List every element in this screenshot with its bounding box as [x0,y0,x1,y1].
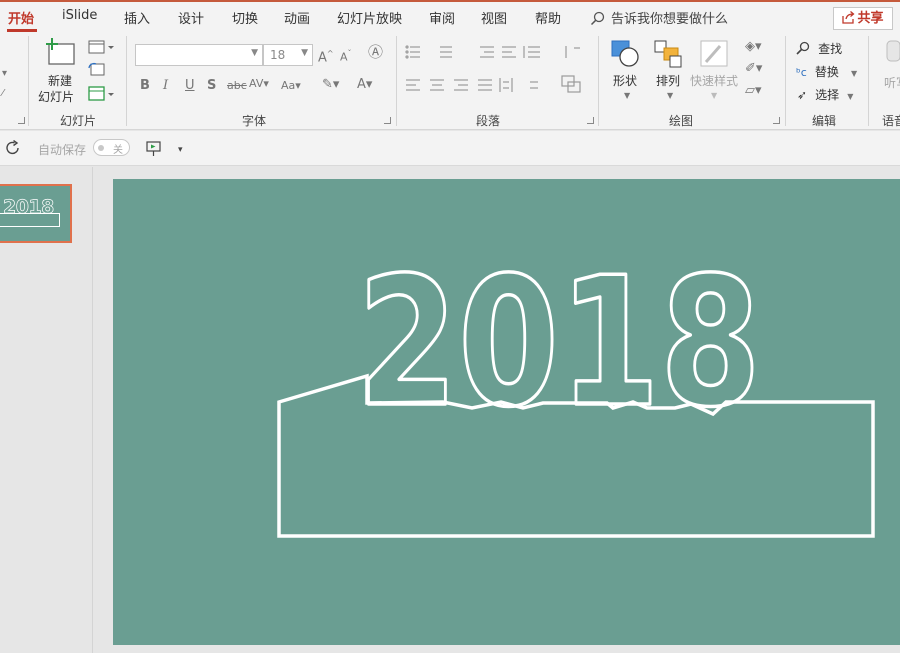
replace-button[interactable]: ᵇc 替换 ▼ [796,61,857,82]
reset-icon[interactable] [88,62,106,76]
ribbon-tabs: 开始 iSlide 插入 设计 切换 动画 幻灯片放映 审阅 视图 帮助 告诉我… [0,2,900,32]
find-button[interactable]: 查找 [796,38,843,57]
tab-home[interactable]: 开始 [8,8,34,27]
clear-format-icon[interactable]: Ⓐ [368,44,383,60]
paragraph-launcher-icon[interactable] [587,117,594,124]
shapes-label: 形状 [613,74,638,88]
increase-font-icon[interactable]: A^ [318,46,334,66]
layout-icon[interactable] [88,40,116,54]
group-divider [868,36,869,126]
select-button[interactable]: ➶ 选择 ▼ [797,84,853,105]
new-slide-label-line2: 幻灯片 [38,90,75,104]
font-color-icon[interactable]: A▾ [357,77,372,93]
presentation-icon[interactable] [145,140,163,158]
arrange-label: 排列 [656,74,681,88]
tab-animations[interactable]: 动画 [284,8,310,27]
decrease-font-icon[interactable]: Aˇ [340,46,352,66]
chevron-down-icon: ▼ [847,92,854,101]
slides-group-label: 幻灯片 [60,114,97,128]
drawing-group-label: 绘图 [669,114,694,128]
section-icon[interactable] [88,86,116,102]
new-slide-icon [46,38,75,65]
autosave-label: 自动保存 [38,143,87,157]
select-label: 选择 [815,88,840,102]
paragraph-tools-icon[interactable] [404,44,592,96]
shapes-icon [611,40,639,67]
change-case-icon[interactable]: Aa▾ [281,78,301,94]
quick-styles-label: 快速样式 [690,74,739,88]
format-painter-icon[interactable]: ⁄ [2,86,4,102]
highlight-icon[interactable]: ✎▾ [322,77,339,93]
redo-icon[interactable] [6,140,22,156]
font-size-value: 18 [270,48,286,62]
slide-canvas[interactable]: 2018 [113,179,900,645]
share-button[interactable]: 共享 [833,7,893,30]
chevron-down-icon: ▼ [667,91,674,100]
clipboard-launcher-icon[interactable] [18,117,25,124]
tab-slideshow[interactable]: 幻灯片放映 [337,8,402,27]
group-divider [785,36,786,126]
font-size-combobox[interactable]: 18 ▼ [263,44,313,66]
slide-artwork: 2018 [277,237,875,538]
new-slide-label-line1: 新建 [48,74,73,88]
share-icon [842,11,855,24]
voice-group-label: 语音 [882,114,900,128]
find-icon [796,41,810,55]
editing-group-label: 编辑 [812,114,837,128]
drawing-launcher-icon[interactable] [773,117,780,124]
group-divider [28,36,29,126]
arrange-icon [654,40,682,68]
clipboard-dropdown-icon[interactable]: ▾ [2,66,7,82]
chevron-down-icon: ▼ [850,69,858,78]
shadow-icon[interactable]: S [207,78,216,94]
group-divider [396,36,397,126]
shape-fill-icon[interactable]: ◈▾ [745,39,762,55]
italic-icon[interactable]: I [163,78,168,94]
tell-me-box[interactable]: 告诉我你想要做什么 [590,8,728,27]
tell-me-text: 告诉我你想要做什么 [611,12,729,27]
font-launcher-icon[interactable] [384,117,391,124]
chevron-down-icon: ▼ [624,91,631,100]
tab-islide[interactable]: iSlide [62,8,97,23]
font-group-label: 字体 [242,114,267,128]
shape-effects-icon[interactable]: ▱▾ [745,83,762,99]
tab-insert[interactable]: 插入 [124,8,150,27]
autosave-toggle[interactable]: 关 [93,139,130,156]
dictate-label: 听写 [884,76,900,90]
share-label: 共享 [857,11,884,26]
customize-qat-icon[interactable]: ▾ [178,142,183,158]
chevron-down-icon: ▼ [251,48,258,58]
chevron-down-icon: ▼ [711,91,718,100]
group-divider [598,36,599,126]
font-name-combobox[interactable]: ▼ [135,44,263,66]
replace-icon: ᵇc [796,66,807,79]
microphone-icon [886,40,900,62]
group-divider [126,36,127,126]
tab-view[interactable]: 视图 [481,8,507,27]
year-outline-text: 2018 [357,239,761,446]
autosave-state: 关 [113,145,123,156]
tab-help[interactable]: 帮助 [535,8,561,27]
char-spacing-icon[interactable]: AV▾ [249,76,269,92]
replace-label: 替换 [814,65,839,79]
slide-thumbnails-pane: 2018 [0,167,93,653]
quick-styles-icon [700,40,728,67]
strikethrough-icon[interactable]: abc [227,78,247,94]
tab-review[interactable]: 审阅 [429,8,455,27]
chevron-down-icon: ▼ [301,48,308,58]
shape-outline-icon[interactable]: ✐▾ [745,61,762,77]
toggle-knob [98,145,104,151]
paragraph-group-label: 段落 [476,114,501,128]
search-icon [590,11,605,26]
find-label: 查找 [818,42,843,56]
slide-thumbnail[interactable]: 2018 [0,184,72,243]
tab-design[interactable]: 设计 [178,8,204,27]
tab-transitions[interactable]: 切换 [232,8,258,27]
underline-icon[interactable]: U [185,78,195,94]
thumbnail-box-outline [0,213,60,227]
quick-access-toolbar: 自动保存 关 ▾ [0,131,900,166]
cursor-arrow-icon: ➶ [797,88,808,102]
ribbon: ▾ ⁄ 新建 幻灯片 幻灯片 ▼ 18 ▼ A^ Aˇ Ⓐ B I U S ab… [0,32,900,130]
bold-icon[interactable]: B [140,78,150,94]
